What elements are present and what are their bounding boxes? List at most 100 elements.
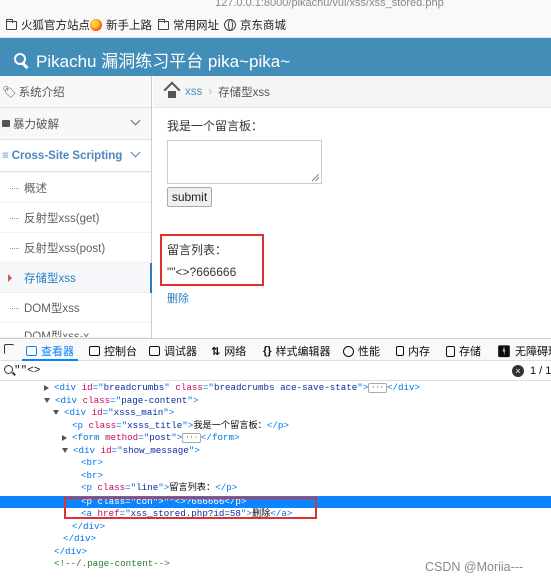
markup-node[interactable]: </div> — [0, 546, 551, 559]
inspector-icon — [26, 346, 37, 356]
expand-icon[interactable] — [62, 434, 67, 441]
expand-icon[interactable] — [44, 384, 49, 391]
markup-token: show_message — [122, 444, 189, 456]
url-fragment: 127.0.0.1:8000/pikachu/vul/xss/xss_store… — [215, 0, 444, 9]
markup-node[interactable]: </div> — [0, 533, 551, 546]
sidebar-subitem[interactable]: DOM型xss — [0, 293, 151, 323]
folder-icon — [6, 18, 17, 30]
markup-token: method — [105, 432, 139, 443]
collapse-icon[interactable] — [44, 397, 50, 403]
markup-token: =" — [125, 482, 137, 493]
sidebar-subitem[interactable]: 概述 — [0, 173, 151, 203]
message-textarea[interactable] — [167, 140, 322, 184]
markup-search-input[interactable]: ""<> — [14, 365, 40, 377]
element-picker-icon[interactable] — [4, 344, 14, 354]
breadcrumb-current: 存储型xss — [218, 86, 270, 99]
markup-token: "> — [163, 407, 175, 418]
markup-token: =" — [110, 394, 122, 406]
home-icon[interactable] — [165, 86, 179, 98]
sidebar-item-xss[interactable]: ≡ Cross-Site Scripting — [0, 140, 151, 172]
breadcrumb-link-xss[interactable]: xss — [185, 86, 202, 98]
markup-node[interactable]: <div id="show_message"> — [0, 445, 551, 458]
markup-token: 留言列表： — [169, 482, 216, 493]
tab-performance[interactable]: 性能 — [343, 343, 380, 359]
collapsed-children-badge[interactable]: ··· — [182, 432, 201, 443]
tab-console[interactable]: 控制台 — [89, 343, 137, 359]
breadcrumb-separator: › — [208, 85, 213, 98]
sidebar-item-intro[interactable]: 🏷︎ 系统介绍 — [0, 76, 151, 108]
app-title-link[interactable]: Pikachu 漏洞练习平台 pika~pika~ — [14, 47, 290, 72]
sidebar-subitem-label: 存储型xss — [24, 272, 76, 285]
tab-label: 存储 — [459, 346, 481, 358]
sidebar-subitem[interactable]: DOM型xss-x — [0, 323, 151, 338]
markup-token: <div — [64, 407, 92, 418]
markup-token: "> — [357, 382, 369, 393]
collapse-icon[interactable] — [62, 447, 68, 453]
markup-node[interactable]: <div id="xsss_main"> — [0, 407, 551, 420]
markup-token: </div> — [63, 533, 97, 544]
markup-token: <!--/.page-content--> — [54, 558, 170, 569]
delete-link[interactable]: 删除 — [167, 290, 189, 306]
sidebar: 🏷︎ 系统介绍 暴力破解 ≡ Cross-Site Scripting 概述 反… — [0, 76, 152, 338]
sidebar-item-label: 暴力破解 — [13, 118, 59, 131]
markup-node[interactable]: <div id="breadcrumbs" class="breadcrumbs… — [0, 382, 551, 395]
network-icon: ⇅ — [211, 345, 221, 358]
search-icon — [4, 365, 13, 374]
tab-label: 控制台 — [104, 346, 137, 358]
markup-token: class — [97, 482, 126, 493]
tab-network[interactable]: ⇅ 网络 — [211, 343, 246, 359]
sidebar-item-label: 系统介绍 — [18, 86, 65, 99]
bookmark-label: 常用网址 — [173, 20, 219, 32]
debugger-icon — [149, 346, 160, 356]
markup-token: =" — [202, 382, 214, 393]
tab-memory[interactable]: 内存 — [396, 343, 430, 359]
markup-node[interactable]: <form method="post"> ··· </form> — [0, 432, 551, 445]
tab-label: 样式编辑器 — [275, 346, 331, 358]
bookmark-getting-started[interactable]: 新手上路 — [90, 17, 152, 33]
sidebar-subitem-label: DOM型xss-x — [24, 331, 90, 338]
bookmark-common-sites[interactable]: 常用网址 — [158, 17, 219, 33]
markup-token: "> — [158, 482, 170, 493]
app-header: Pikachu 漏洞练习平台 pika~pika~ — [0, 38, 551, 76]
markup-node[interactable]: <br> — [0, 470, 551, 483]
markup-token: 我是一个留言板： — [193, 419, 267, 431]
tab-inspector[interactable]: 查看器 — [22, 343, 78, 361]
bookmark-jd[interactable]: 京东商城 — [224, 17, 286, 33]
collapse-icon[interactable] — [53, 410, 59, 416]
bookmark-firefox-official[interactable]: 火狐官方站点 — [6, 17, 90, 33]
bookmark-label: 火狐官方站点 — [21, 20, 90, 32]
message-list-title: 留言列表： — [167, 243, 228, 257]
submit-button[interactable]: submit — [167, 187, 212, 207]
sidebar-subitem-label: 概述 — [24, 182, 47, 195]
collapsed-children-badge[interactable]: ··· — [368, 382, 387, 393]
braces-icon: {} — [263, 345, 272, 357]
tab-accessibility[interactable]: 🚹︎ 无障碍环境 — [497, 343, 551, 359]
sidebar-subitem-label: 反射型xss(get) — [24, 212, 100, 225]
markup-node[interactable]: <p class="xsss_title">我是一个留言板：</p> — [0, 420, 551, 433]
devtools-panel: 查看器 控制台 调试器 ⇅ 网络 {} 样式编辑器 性能 内存 存储 🚹︎ 无障… — [0, 338, 551, 583]
sidebar-subitem-active[interactable]: 存储型xss — [0, 263, 152, 293]
message-board-title: 我是一个留言板： — [167, 119, 264, 133]
chevron-down-icon — [130, 147, 141, 158]
highlight-box — [64, 497, 317, 519]
markup-node[interactable]: <p class="line">留言列表：</p> — [0, 482, 551, 495]
markup-node[interactable]: </div> — [0, 521, 551, 534]
chevron-down-icon — [130, 115, 141, 126]
bookmark-label: 新手上路 — [106, 20, 152, 32]
folder-icon — [158, 18, 169, 30]
sidebar-subitem[interactable]: 反射型xss(get) — [0, 203, 151, 233]
clear-icon[interactable]: × — [512, 365, 524, 377]
tab-storage[interactable]: 存储 — [446, 343, 481, 359]
sidebar-subitem[interactable]: 反射型xss(post) — [0, 233, 151, 263]
list-icon: ≡ — [2, 149, 9, 162]
markup-search-bar[interactable]: ""<> × 1 / 1 — [0, 361, 551, 381]
app-title: Pikachu 漏洞练习平台 pika~pika~ — [36, 52, 291, 71]
watermark: CSDN @Moriia--- — [425, 560, 524, 574]
tab-style-editor[interactable]: {} 样式编辑器 — [263, 343, 331, 359]
markup-token: </div> — [386, 382, 421, 393]
markup-node[interactable]: <div class="page-content"> — [0, 395, 551, 408]
markup-token: </p> — [215, 482, 238, 493]
tab-debugger[interactable]: 调试器 — [149, 343, 197, 359]
sidebar-item-bruteforce[interactable]: 暴力破解 — [0, 108, 151, 140]
markup-node[interactable]: <br> — [0, 457, 551, 470]
